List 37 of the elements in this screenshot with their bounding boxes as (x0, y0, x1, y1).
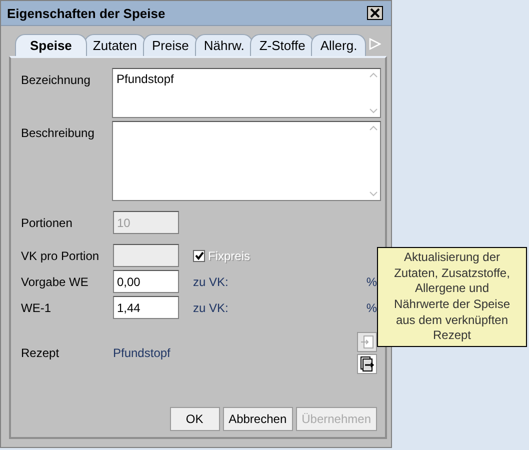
input-field[interactable]: 1,44 (113, 296, 179, 319)
document-arrow-icon (359, 356, 375, 372)
scroll-right-icon[interactable] (369, 38, 382, 50)
scroll-down-icon[interactable] (368, 108, 378, 114)
field-label: Bezeichnung (21, 72, 92, 87)
close-button[interactable] (367, 6, 383, 20)
checkbox-label: Fixpreis (208, 248, 250, 262)
field-label: Portionen (21, 216, 74, 230)
update-button[interactable] (357, 354, 377, 374)
tab[interactable]: Nährw. (194, 34, 254, 56)
scroll-down-icon[interactable] (368, 191, 378, 197)
window-title: Eigenschaften der Speise (7, 6, 166, 20)
ratio-label: zu VK: (193, 300, 228, 314)
close-icon (370, 8, 380, 18)
tab[interactable]: Allerg. (311, 34, 366, 56)
tooltip: Aktualisierung der Zutaten, Zusatzstoffe, Allergene und Nährwerte der Speise aus dem verknüpften Rezept (377, 247, 527, 347)
dialog-button[interactable]: OK (170, 407, 220, 431)
text-area[interactable] (112, 121, 381, 201)
recipe-link[interactable]: Pfundstopf (113, 346, 170, 360)
ratio-label: zu VK: (193, 274, 228, 288)
scroll-up-icon[interactable] (368, 72, 378, 78)
unit-label: % (366, 274, 377, 288)
text-area[interactable]: Pfundstopf (112, 68, 381, 118)
field-label: VK pro Portion (21, 248, 100, 262)
scroll-up-icon[interactable] (368, 125, 378, 131)
field-label: WE-1 (21, 300, 52, 314)
tab[interactable]: Speise (15, 34, 87, 56)
field-label: Rezept (21, 346, 60, 360)
tab[interactable]: Zutaten (84, 34, 146, 56)
import-icon (360, 335, 374, 349)
dialog-button[interactable]: Abbrechen (222, 407, 293, 431)
unit-label: % (366, 300, 377, 314)
tab[interactable]: Z-Stoffe (250, 34, 314, 56)
input-field[interactable]: 0,00 (113, 270, 179, 293)
tab[interactable]: Preise (143, 34, 198, 56)
field-label: Vorgabe WE (21, 274, 90, 288)
field-label: Beschreibung (21, 125, 96, 140)
